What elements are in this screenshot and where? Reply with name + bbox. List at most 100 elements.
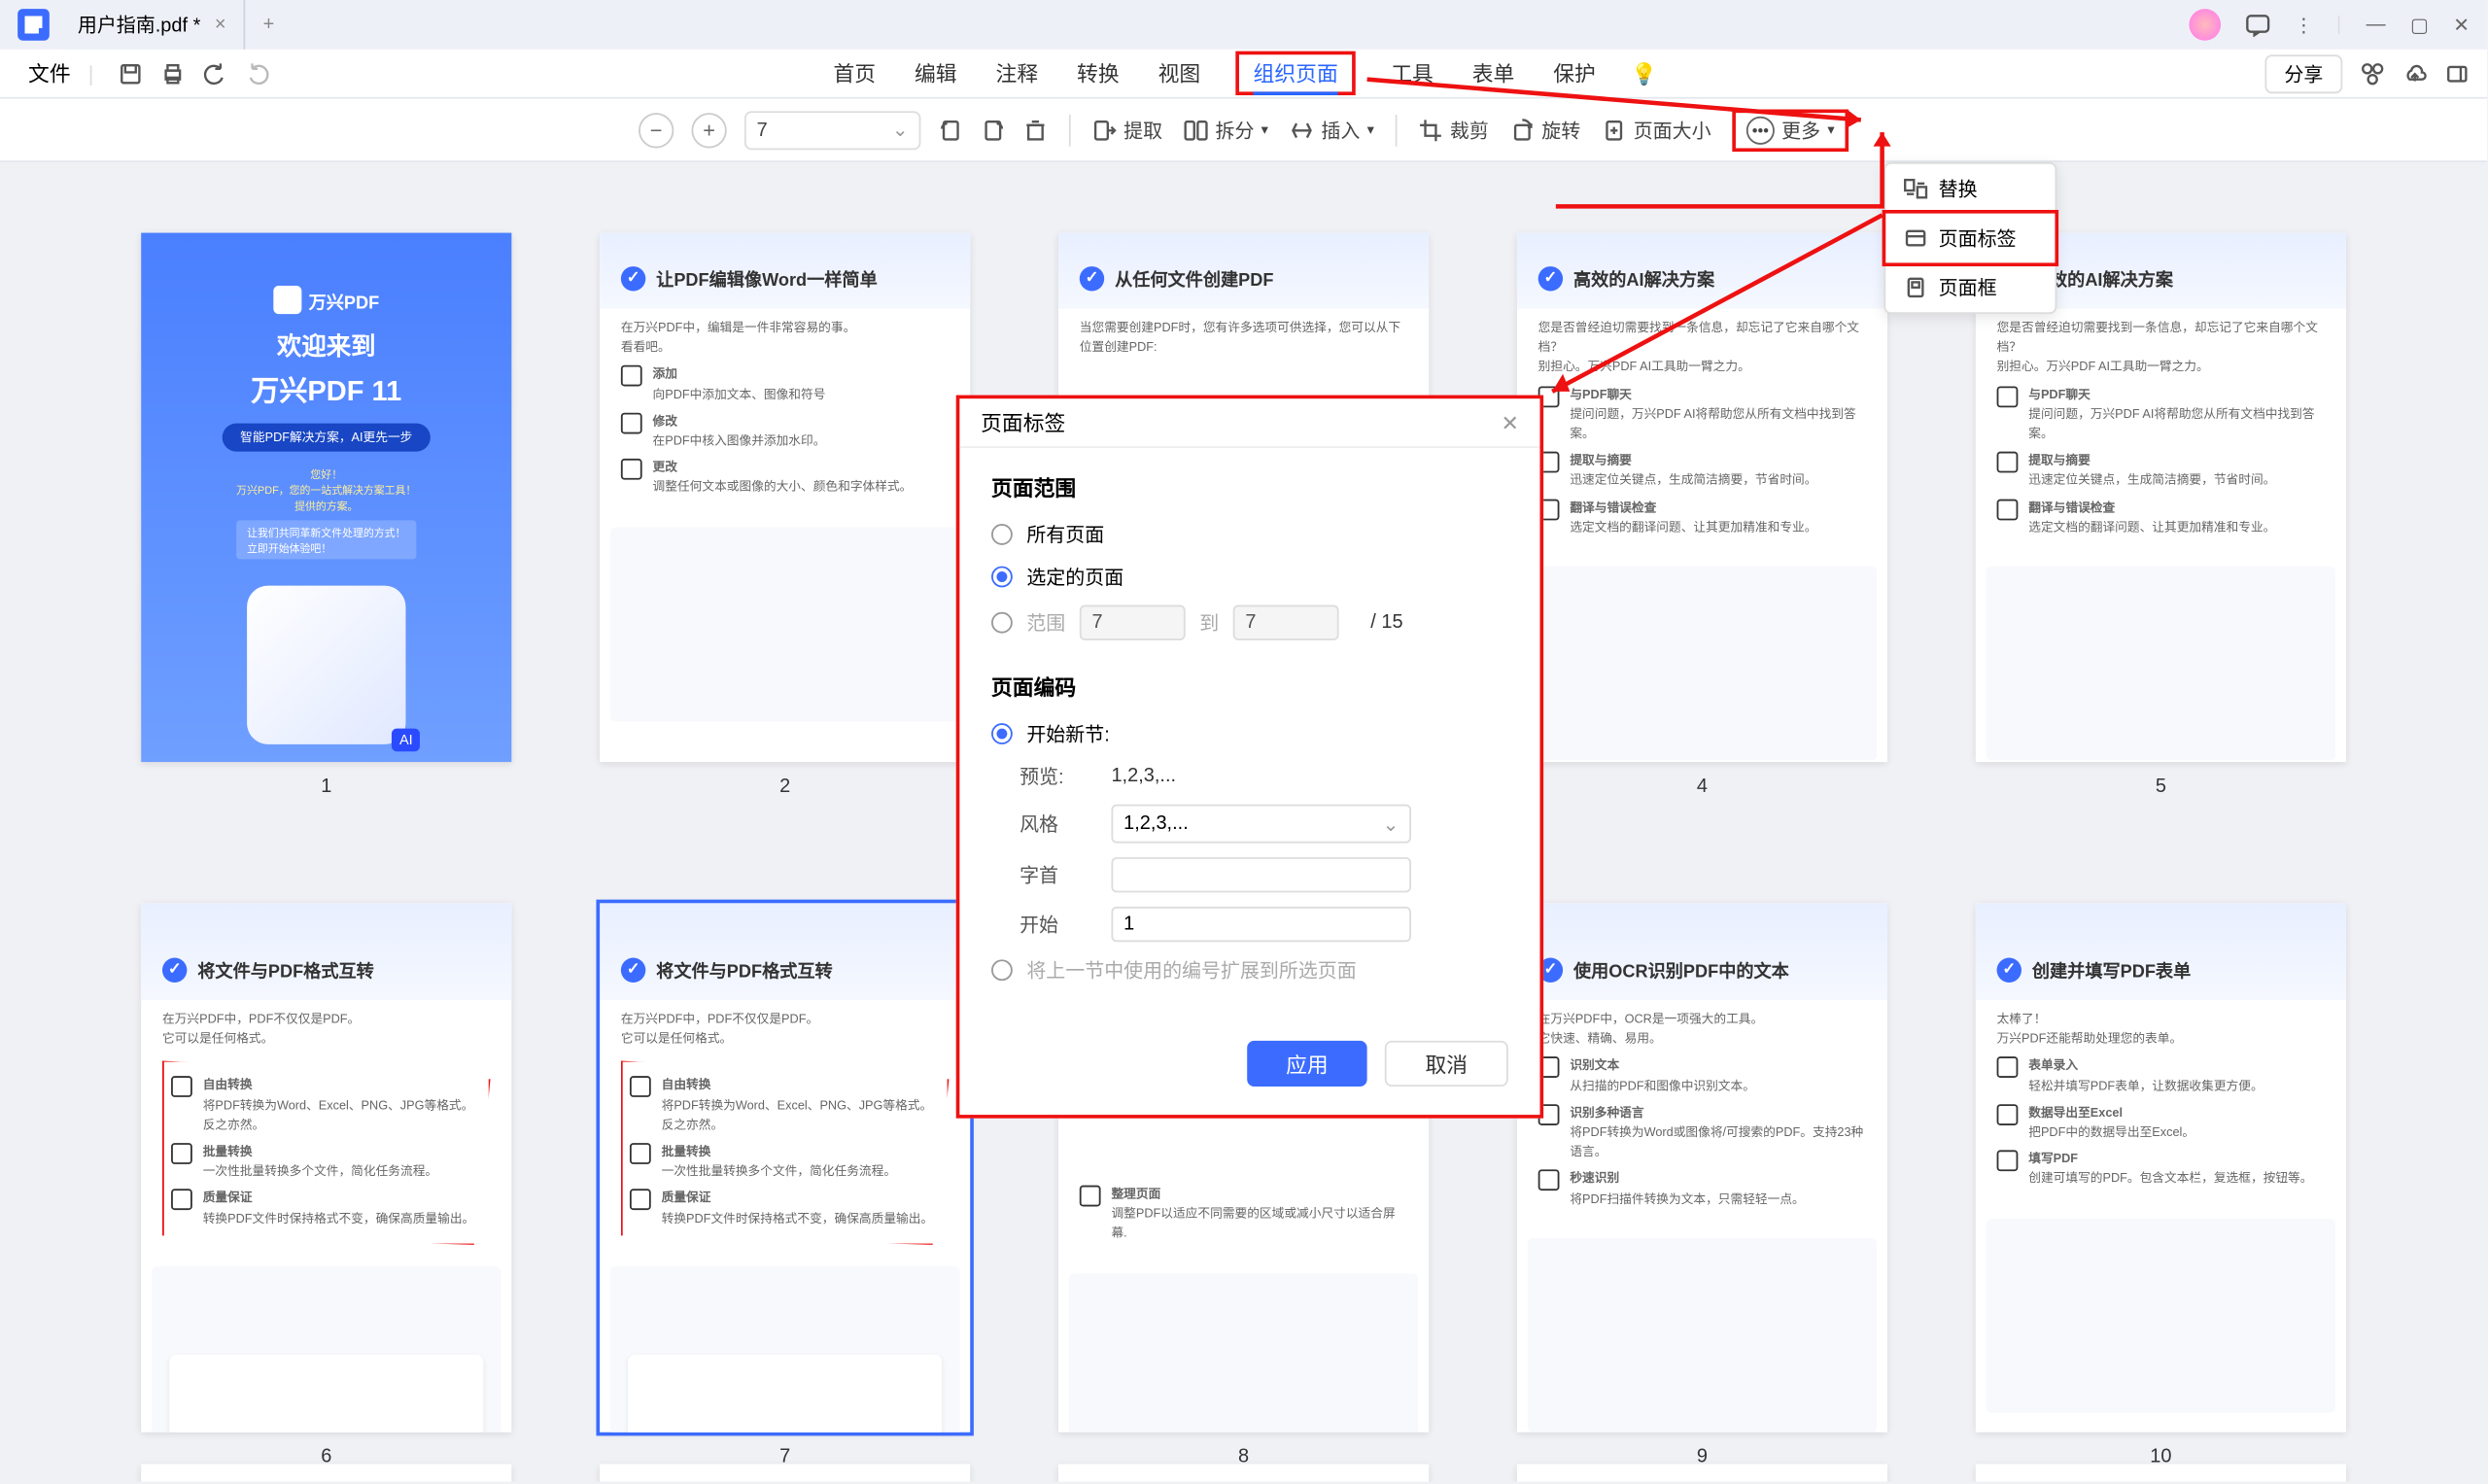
chevron-down-icon: ▾	[1367, 121, 1374, 137]
print-icon[interactable]	[160, 61, 185, 86]
menu-tools[interactable]: 工具	[1388, 52, 1437, 95]
crop-icon	[1418, 118, 1442, 142]
more-button[interactable]: ••• 更多 ▾	[1732, 109, 1849, 152]
style-select[interactable]: 1,2,3,... ⌄	[1111, 805, 1411, 844]
message-icon[interactable]	[2245, 13, 2269, 37]
start-input[interactable]	[1111, 907, 1411, 942]
document-tab[interactable]: 用户指南.pdf * ×	[60, 0, 246, 50]
panel-toggle-icon[interactable]	[2445, 61, 2470, 86]
cancel-button[interactable]: 取消	[1385, 1041, 1508, 1087]
more-icon: •••	[1746, 116, 1775, 144]
more-dropdown: 替换 页面标签 页面框	[1883, 162, 2056, 314]
window-close[interactable]: ✕	[2453, 14, 2470, 37]
dialog-close-button[interactable]: ✕	[1501, 410, 1518, 434]
zoom-out-button[interactable]: −	[639, 112, 674, 147]
bulb-icon[interactable]: 💡	[1631, 61, 1657, 86]
extract-button[interactable]: 提取	[1091, 116, 1162, 144]
window-maximize[interactable]: ▢	[2410, 14, 2429, 37]
rotate-right-icon[interactable]	[981, 118, 1005, 142]
rotate-icon	[1510, 118, 1535, 142]
add-tab-button[interactable]: +	[246, 15, 293, 36]
numbering-heading: 页面编码	[991, 673, 1508, 703]
chevron-down-icon: ▾	[1827, 121, 1834, 137]
undo-icon[interactable]	[203, 61, 227, 86]
menu-edit[interactable]: 编辑	[911, 52, 960, 95]
menu-home[interactable]: 首页	[830, 52, 880, 95]
page-thumb-1[interactable]: 万兴PDF 欢迎来到 万兴PDF 11 智能PDF解决方案，AI更先一步 您好！…	[141, 233, 511, 798]
insert-button[interactable]: 插入 ▾	[1290, 116, 1374, 144]
kebab-menu-icon[interactable]: ⋮	[2294, 14, 2311, 37]
file-menu[interactable]: 文件	[17, 58, 81, 88]
page-number-input[interactable]: 7 ⌄	[744, 110, 921, 149]
page-number-value: 7	[757, 120, 768, 141]
radio-icon	[991, 959, 1013, 981]
page-thumb-partial[interactable]	[141, 1464, 511, 1481]
page-thumb-2[interactable]: ✓让PDF编辑像Word一样简单 在万兴PDF中，编辑是一件非常容易的事。看看吧…	[600, 233, 970, 798]
prefix-label: 字首	[1019, 861, 1090, 889]
page-thumb-partial[interactable]	[1058, 1464, 1429, 1481]
toolbar: − + 7 ⌄ 提取 拆分 ▾ 插入 ▾ 裁剪	[0, 99, 2487, 162]
rotate-left-icon[interactable]	[939, 118, 963, 142]
menu-forms[interactable]: 表单	[1469, 52, 1518, 95]
page-thumb-5[interactable]: ✓高效的AI解决方案 您是否曾经迫切需要找到一条信息，却忘记了它来自哪个文档？别…	[1976, 233, 2346, 798]
window-minimize[interactable]: —	[2367, 15, 2386, 36]
page-label-dialog: 页面标签 ✕ 页面范围 所有页面 选定的页面 范围 到 / 15 页面编码	[956, 396, 1543, 1119]
cloud-icon[interactable]	[2402, 61, 2427, 86]
option-start-new[interactable]: 开始新节:	[991, 720, 1508, 748]
save-icon[interactable]	[119, 61, 143, 86]
range-from-input[interactable]	[1080, 605, 1186, 640]
crop-button[interactable]: 裁剪	[1418, 116, 1489, 144]
page-size-button[interactable]: 页面大小	[1602, 116, 1711, 144]
tab-close-icon[interactable]: ×	[215, 15, 226, 36]
integration-icon[interactable]	[2360, 61, 2384, 86]
page-thumb-10[interactable]: ✓创建并填写PDF表单 太棒了！万兴PDF还能帮助处理您的表单。 表单录入轻松并…	[1976, 903, 2346, 1467]
menubar: 文件 | 首页 编辑 注释 转换 视图 组织页面 工具 表单 保护 💡 分享	[0, 50, 2487, 99]
page-thumb-partial[interactable]	[1517, 1464, 1887, 1481]
menu-comment[interactable]: 注释	[992, 52, 1042, 95]
dropdown-replace[interactable]: 替换	[1885, 164, 2055, 214]
range-heading: 页面范围	[991, 472, 1508, 502]
redo-icon[interactable]	[246, 61, 270, 86]
main-menu: 首页 编辑 注释 转换 视图 组织页面 工具 表单 保护 💡	[830, 52, 1657, 95]
page-label-icon	[1903, 225, 1927, 250]
page-thumb-partial[interactable]	[600, 1464, 970, 1481]
delete-icon[interactable]	[1023, 118, 1048, 142]
swap-icon	[1903, 177, 1927, 201]
page-thumb-9[interactable]: ✓使用OCR识别PDF中的文本 在万兴PDF中，OCR是一项强大的工具。它快速、…	[1517, 903, 1887, 1467]
insert-icon	[1290, 118, 1314, 142]
dropdown-page-label[interactable]: 页面标签	[1883, 210, 2058, 266]
page-thumb-6[interactable]: ✓将文件与PDF格式互转 在万兴PDF中，PDF不仅仅是PDF。它可以是任何格式…	[141, 903, 511, 1467]
menu-view[interactable]: 视图	[1155, 52, 1204, 95]
dropdown-page-box[interactable]: 页面框	[1885, 262, 2055, 312]
option-all-pages[interactable]: 所有页面	[991, 520, 1508, 548]
option-selected-pages[interactable]: 选定的页面	[991, 563, 1508, 591]
radio-icon	[991, 567, 1013, 588]
menu-convert[interactable]: 转换	[1073, 52, 1123, 95]
range-to-input[interactable]	[1233, 605, 1339, 640]
zoom-in-button[interactable]: +	[691, 112, 726, 147]
option-extend[interactable]: 将上一节中使用的编号扩展到所选页面	[991, 956, 1508, 984]
extract-icon	[1091, 118, 1116, 142]
option-range[interactable]: 范围 到 / 15	[991, 605, 1508, 640]
user-avatar[interactable]	[2189, 9, 2221, 41]
menu-protect[interactable]: 保护	[1550, 52, 1600, 95]
split-icon	[1184, 118, 1208, 142]
split-button[interactable]: 拆分 ▾	[1184, 116, 1268, 144]
page-thumb-4[interactable]: ✓高效的AI解决方案 您是否曾经迫切需要找到一条信息，却忘记了它来自哪个文档？别…	[1517, 233, 1887, 798]
page-thumb-7[interactable]: ✓将文件与PDF格式互转 在万兴PDF中，PDF不仅仅是PDF。它可以是任何格式…	[600, 903, 970, 1467]
menu-organize[interactable]: 组织页面	[1235, 52, 1355, 95]
preview-value: 1,2,3,...	[1111, 766, 1176, 787]
start-label: 开始	[1019, 911, 1090, 939]
page-thumb-partial[interactable]	[1976, 1464, 2346, 1481]
rotate-button[interactable]: 旋转	[1510, 116, 1581, 144]
share-button[interactable]: 分享	[2264, 53, 2342, 92]
page-size-icon	[1602, 118, 1626, 142]
tab-title: 用户指南.pdf *	[78, 11, 200, 39]
prefix-input[interactable]	[1111, 857, 1411, 892]
dialog-title: 页面标签	[981, 407, 1065, 437]
style-label: 风格	[1019, 810, 1090, 838]
radio-icon	[991, 723, 1013, 744]
radio-icon	[991, 612, 1013, 634]
chevron-down-icon: ▾	[1261, 121, 1268, 137]
apply-button[interactable]: 应用	[1247, 1041, 1366, 1087]
